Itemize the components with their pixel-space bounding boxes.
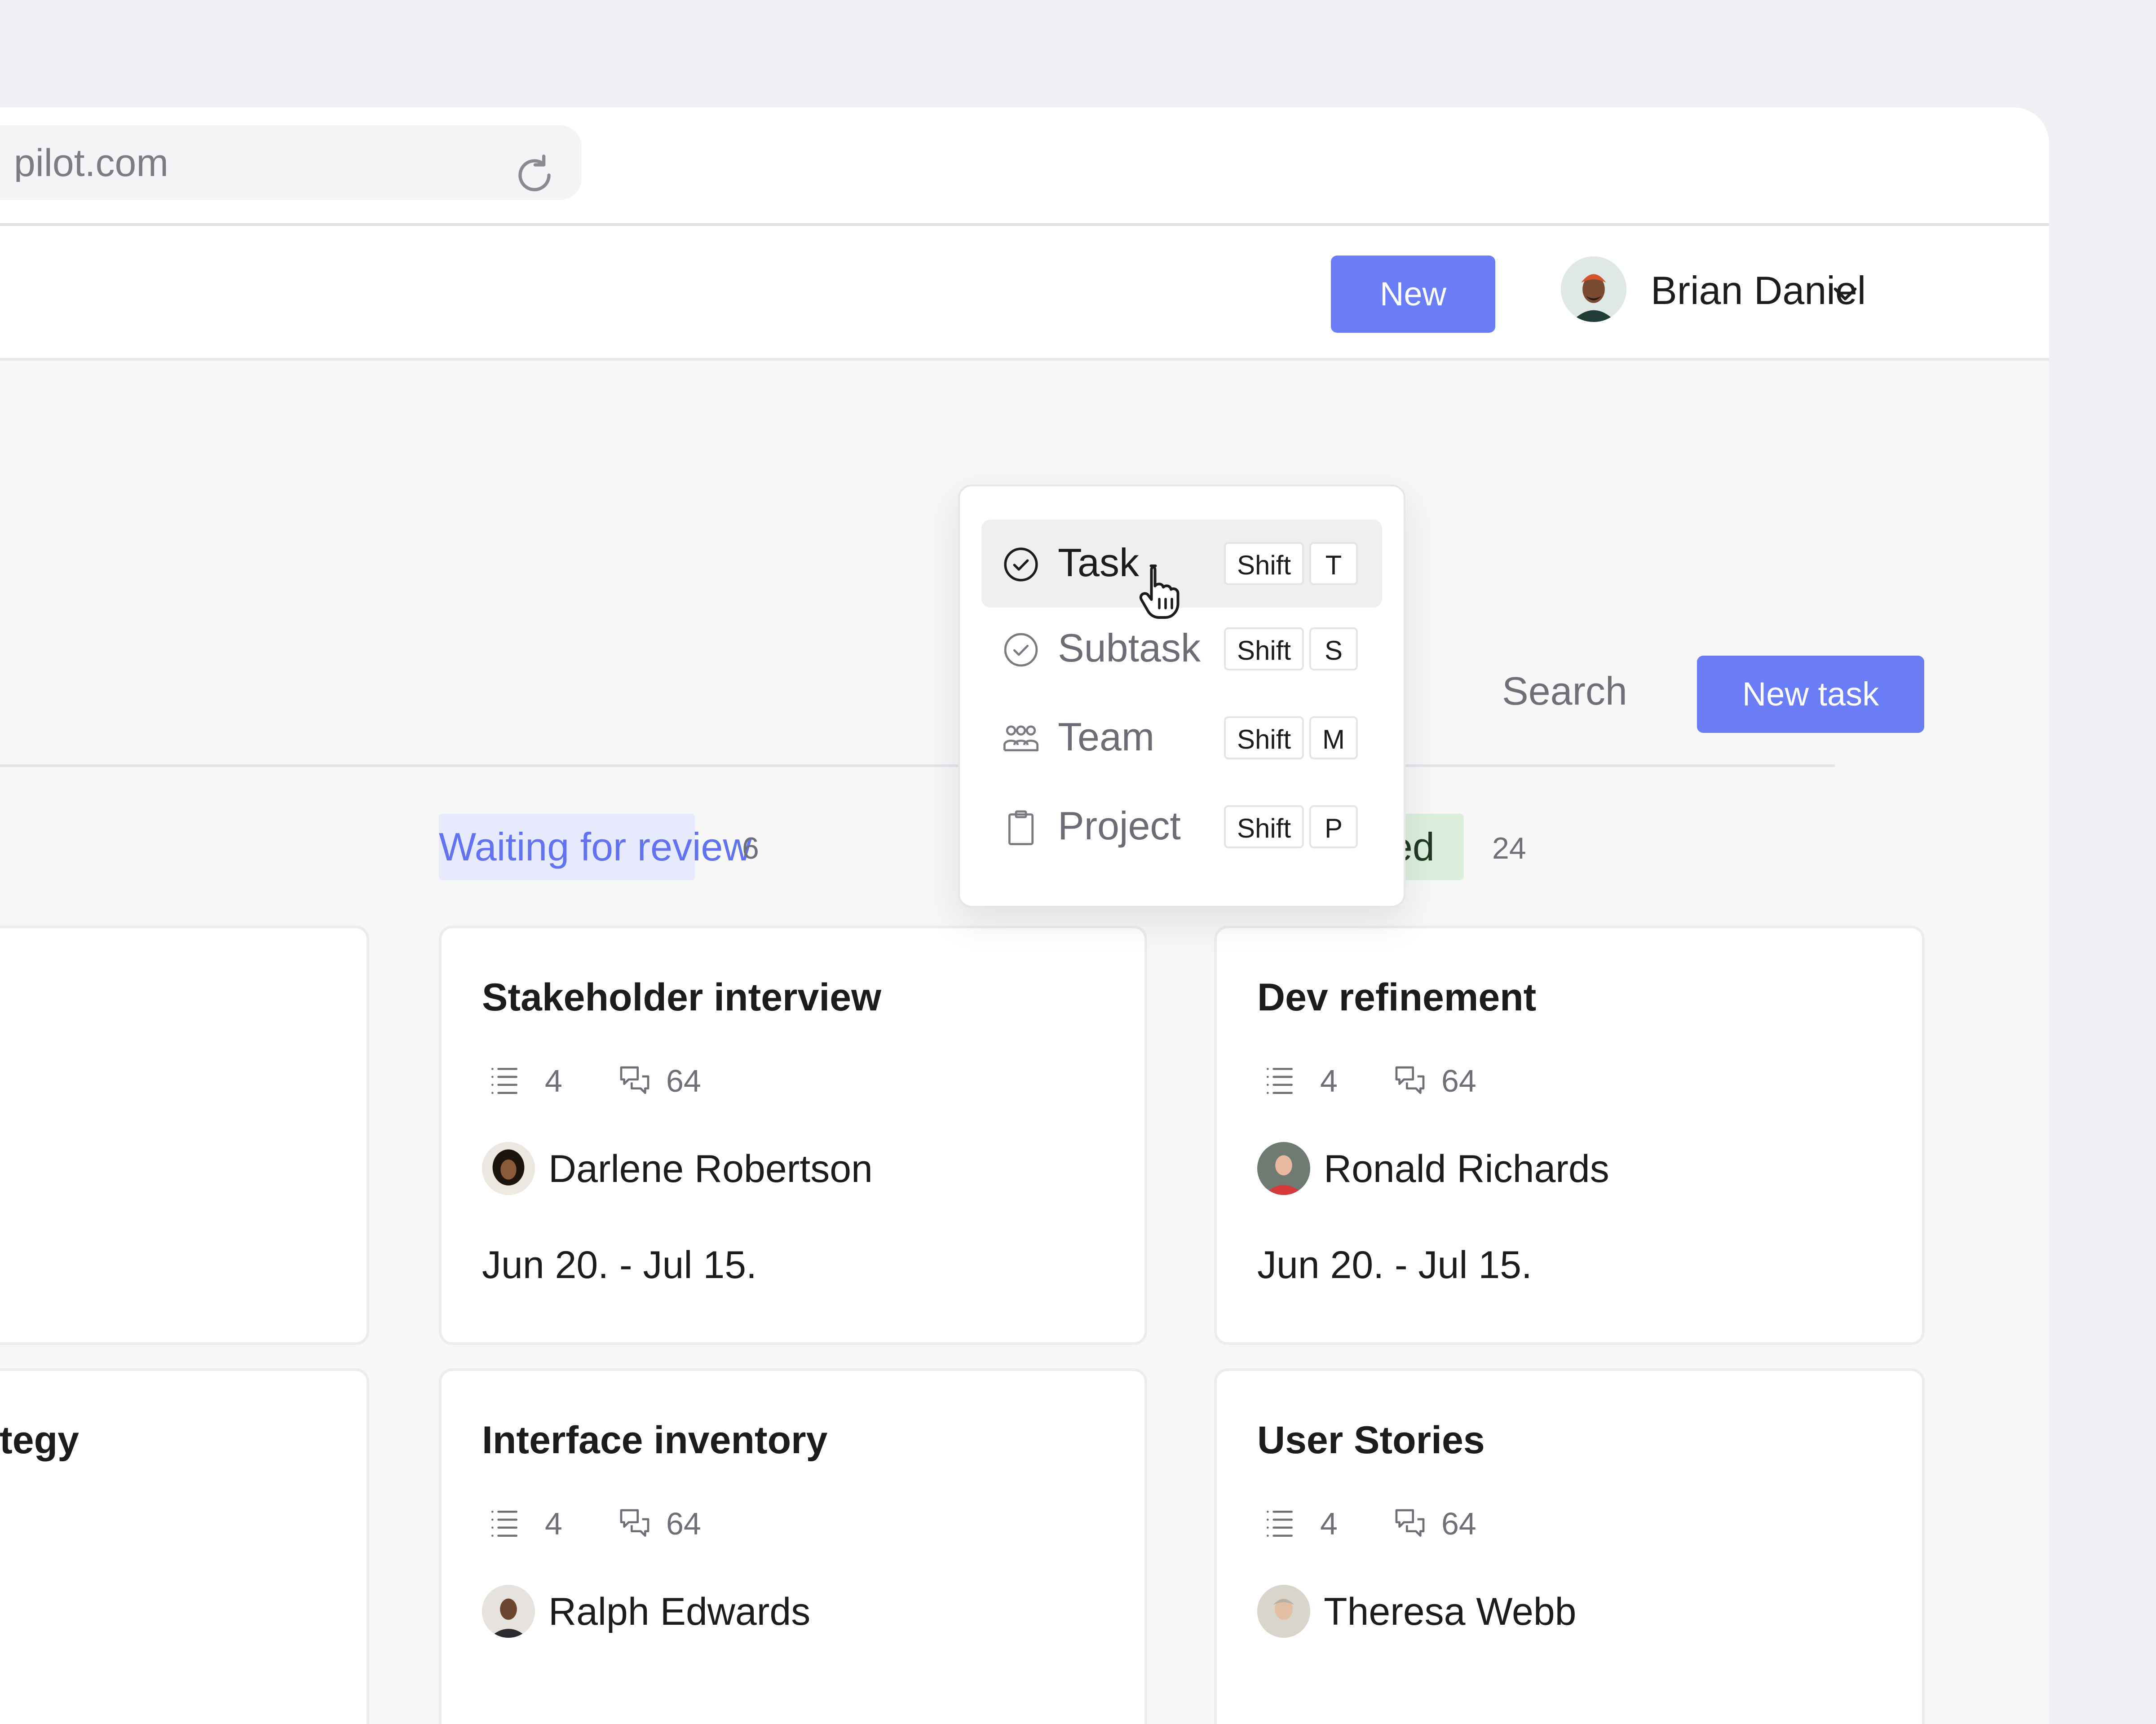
column-count-completed: 24 (1492, 831, 1526, 865)
menu-item-label: Project (1058, 803, 1181, 848)
column-count-review: 6 (742, 831, 759, 865)
user-menu[interactable]: Brian Daniel (1561, 254, 1920, 333)
shortcut-key-shift: Shift (1224, 716, 1304, 759)
subtasks-list-icon (1267, 1068, 1293, 1094)
shortcut-key: T (1309, 542, 1358, 585)
comments-icon (1395, 1509, 1425, 1537)
task-card-partial[interactable]: tegy (0, 1368, 369, 1724)
reload-icon[interactable] (510, 150, 559, 200)
shortcut-key: P (1309, 805, 1358, 848)
subtask-check-icon (1004, 633, 1038, 667)
subtask-count: 4 (545, 1506, 562, 1541)
column-tag-waiting-for-review: Waiting for review (439, 814, 751, 880)
new-task-button[interactable]: New task (1697, 656, 1924, 733)
new-button[interactable]: New (1331, 256, 1495, 333)
card-meta: 4 64 (486, 1058, 801, 1103)
avatar (1561, 256, 1626, 322)
subtask-count: 4 (545, 1063, 562, 1098)
comments-icon (620, 1066, 649, 1094)
task-card[interactable]: User Stories 4 64 Theresa Webb (1214, 1368, 1925, 1724)
task-card[interactable]: Stakeholder interview 4 64 Darlene Rober… (439, 926, 1147, 1345)
card-title: User Stories (1257, 1419, 1485, 1462)
shortcut-key-shift: Shift (1224, 627, 1304, 670)
address-bar[interactable]: pilot.com (0, 125, 582, 200)
browser-window: pilot.com New Brian Daniel Search New ta… (0, 107, 2049, 1724)
card-date-range: Jun 20. - Jul 15. (482, 1243, 757, 1287)
clipboard-icon (1008, 810, 1034, 846)
browser-toolbar: pilot.com (0, 107, 2049, 226)
menu-item-label: Task (1058, 540, 1139, 585)
menu-item-team[interactable]: Team Shift M (981, 694, 1382, 782)
new-item-dropdown: Task Shift T Subtask Shift S Team Shift … (958, 485, 1405, 908)
search-field[interactable]: Search (1502, 669, 1627, 714)
shortcut-key-shift: Shift (1224, 542, 1304, 585)
assignee-name: Ronald Richards (1324, 1147, 1609, 1190)
team-icon (1003, 725, 1039, 752)
app-header: New Brian Daniel (0, 226, 2049, 361)
card-assignee: Darlene Robertson (482, 1139, 1066, 1198)
shortcut-key-shift: Shift (1224, 805, 1304, 848)
assignee-name: Darlene Robertson (548, 1147, 873, 1190)
subtask-count: 4 (1320, 1506, 1338, 1541)
task-check-icon (1004, 547, 1038, 582)
card-title: Stakeholder interview (482, 976, 881, 1019)
comment-count: 64 (666, 1506, 701, 1541)
shortcut-key: S (1309, 627, 1358, 670)
card-date-range: Jun 20. - Jul 15. (1257, 1243, 1532, 1287)
subtasks-list-icon (1267, 1511, 1293, 1537)
subtasks-list-icon (491, 1511, 517, 1537)
card-meta: 4 64 (486, 1501, 801, 1546)
comments-icon (620, 1509, 649, 1537)
comment-count: 64 (1441, 1506, 1476, 1541)
assignee-name: Ralph Edwards (548, 1590, 811, 1633)
card-title: Interface inventory (482, 1419, 828, 1462)
subtask-count: 4 (1320, 1063, 1338, 1098)
avatar (1257, 1142, 1310, 1195)
card-meta: 4 64 (1262, 1058, 1576, 1103)
comments-icon (1395, 1066, 1425, 1094)
card-title: tegy (0, 1419, 79, 1462)
comment-count: 64 (666, 1063, 701, 1098)
card-assignee: Theresa Webb (1257, 1582, 1841, 1640)
card-assignee: Ronald Richards (1257, 1139, 1841, 1198)
card-title: Dev refinement (1257, 976, 1537, 1019)
avatar (1257, 1585, 1310, 1638)
shortcut-key: M (1309, 716, 1358, 759)
url-text: pilot.com (13, 144, 168, 182)
menu-item-project[interactable]: Project Shift P (981, 783, 1382, 871)
comment-count: 64 (1441, 1063, 1476, 1098)
assignee-name: Theresa Webb (1324, 1590, 1577, 1633)
menu-item-label: Team (1058, 714, 1155, 759)
card-assignee: Ralph Edwards (482, 1582, 1066, 1640)
chevron-down-icon[interactable] (1828, 276, 1862, 310)
task-card-partial[interactable] (0, 926, 369, 1345)
subtasks-list-icon (491, 1068, 517, 1094)
card-meta: 4 64 (1262, 1501, 1576, 1546)
divider (0, 764, 1835, 767)
avatar (482, 1585, 535, 1638)
hand-pointer-cursor-icon (1139, 564, 1180, 619)
menu-item-label: Subtask (1058, 626, 1201, 670)
avatar (482, 1142, 535, 1195)
task-card[interactable]: Dev refinement 4 64 Ronald Richards Jun … (1214, 926, 1925, 1345)
task-card[interactable]: Interface inventory 4 64 Ralph Edwards (439, 1368, 1147, 1724)
